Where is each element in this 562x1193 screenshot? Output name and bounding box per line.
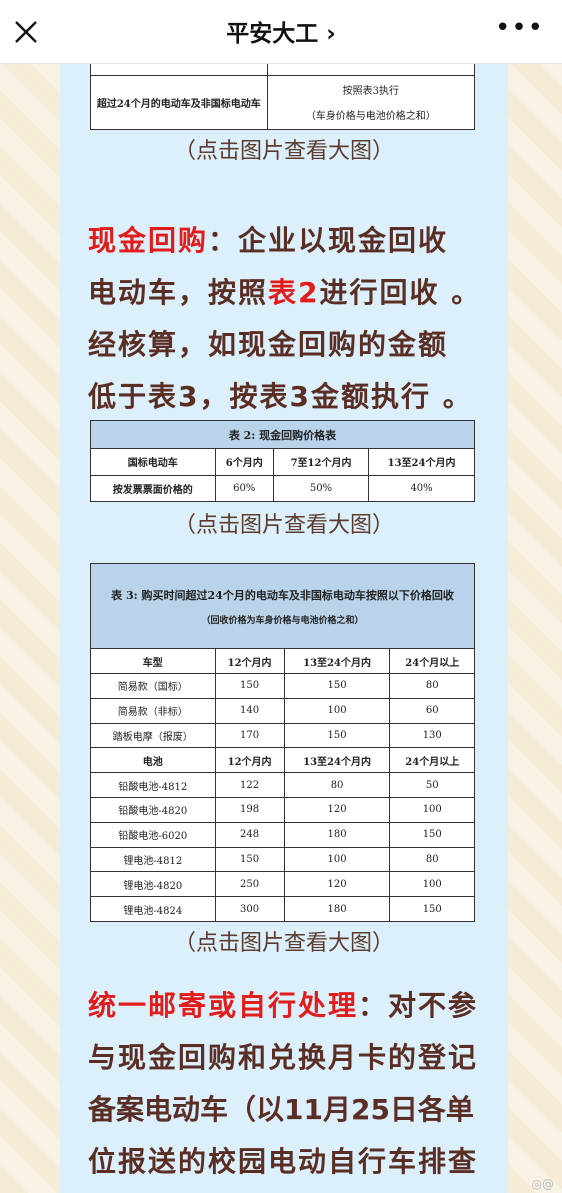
th: 7至12个月内 xyxy=(272,448,370,476)
more-icon[interactable]: ••• xyxy=(495,15,544,41)
watermark: ◎@ xyxy=(531,1177,554,1191)
table-row: 铅酸电池-4812 122 80 50 xyxy=(90,772,475,799)
table-cell: 80 xyxy=(283,772,391,799)
td: 60% xyxy=(214,474,274,503)
table-cell: 80 xyxy=(389,673,475,699)
table-cell: 24个月以上 xyxy=(389,747,475,774)
table-3[interactable]: 表 3: 购买时间超过24个月的电动车及非国标电动车按照以下价格回收 （回收价格为… xyxy=(90,562,475,922)
text: 经核算，如现金回购的金额 xyxy=(88,328,449,361)
page-title[interactable]: 平安大工 › xyxy=(0,14,562,48)
table2-title: 表 2: 现金回购价格表 xyxy=(90,419,475,450)
text: ：企业以现金回收 xyxy=(208,224,449,257)
table-cell: 100 xyxy=(389,871,475,898)
table-cell: 铅酸电池-4812 xyxy=(90,772,216,799)
table1-note: （车身价格与电池价格之和） xyxy=(305,111,436,123)
td: 40% xyxy=(368,474,475,503)
table-row: 锂电池-4824 300 180 150 xyxy=(90,896,475,922)
table-cell: 100 xyxy=(283,697,391,724)
th: 国标电动车 xyxy=(90,448,216,476)
table-row: 简易款（国标） 150 150 80 xyxy=(90,673,475,699)
table-cell: 150 xyxy=(283,673,391,699)
table-cell: 锂电池-4812 xyxy=(90,846,216,873)
table-1-fragment[interactable]: 超过24个月的电动车及非国标电动车 按照表3执行 （车身价格与电池价格之和） xyxy=(90,62,476,130)
th: 13至24个月内 xyxy=(368,448,475,476)
top-bar: 平安大工 › ••• xyxy=(0,0,562,64)
table-cell: 锂电池-4820 xyxy=(90,871,216,898)
td: 50% xyxy=(272,474,370,503)
table-cell: 100 xyxy=(283,846,391,873)
table-row: 锂电池-4820 250 120 100 xyxy=(90,871,475,898)
table-cell: 150 xyxy=(389,821,475,848)
table-cell: 铅酸电池-6020 xyxy=(90,821,216,848)
table-cell: 150 xyxy=(214,673,285,699)
table-row: 铅酸电池-4820 198 120 100 xyxy=(90,797,475,823)
highlight: 统一邮寄或自行处理 xyxy=(88,989,359,1022)
table-cell: 24个月以上 xyxy=(389,648,475,675)
table-cell: 180 xyxy=(283,896,391,922)
text: 与现金回购和兑换月卡的登记 xyxy=(88,1041,479,1074)
mail-paragraph: 统一邮寄或自行处理：对不参 与现金回购和兑换月卡的登记 备案电动车（以11月25… xyxy=(88,980,488,1188)
table1-row-label: 超过24个月的电动车及非国标电动车 xyxy=(90,74,268,130)
highlight: 现金回购 xyxy=(88,224,209,257)
table-cell: 122 xyxy=(214,772,285,799)
table-cell: 车型 xyxy=(90,648,216,675)
table-cell: 180 xyxy=(283,821,391,848)
view-image-caption[interactable]: （点击图片查看大图） xyxy=(60,133,508,165)
table-cell: 130 xyxy=(389,722,475,749)
table-cell: 13至24个月内 xyxy=(283,648,391,675)
table-row: 车型 12个月内 13至24个月内 24个月以上 xyxy=(90,648,475,675)
table-cell: 120 xyxy=(283,797,391,823)
text: 电动车，按照 xyxy=(88,276,269,309)
table-cell: 简易款（国标） xyxy=(90,673,216,699)
table-cell: 198 xyxy=(214,797,285,823)
view-image-caption[interactable]: （点击图片查看大图） xyxy=(60,507,508,539)
table-cell: 12个月内 xyxy=(214,648,285,675)
table-cell: 120 xyxy=(283,871,391,898)
table-cell: 80 xyxy=(389,846,475,873)
view-image-caption[interactable]: （点击图片查看大图） xyxy=(60,925,508,957)
table-cell: 铅酸电池-4820 xyxy=(90,797,216,823)
text: 备案电动车（以11月25日各单 xyxy=(88,1093,474,1126)
table-row: 铅酸电池-6020 248 180 150 xyxy=(90,821,475,848)
table1-value: 按照表3执行 xyxy=(342,86,399,98)
table-row: 锂电池-4812 150 100 80 xyxy=(90,846,475,873)
table-cell: 电池 xyxy=(90,747,216,774)
table-cell: 150 xyxy=(389,896,475,922)
td: 按发票票面价格的 xyxy=(90,474,216,503)
table-cell: 150 xyxy=(283,722,391,749)
text: 进行回收 。 xyxy=(319,276,482,309)
table-cell: 50 xyxy=(389,772,475,799)
table3-title: 表 3: 购买时间超过24个月的电动车及非国标电动车按照以下价格回收 xyxy=(111,588,454,602)
table-2[interactable]: 表 2: 现金回购价格表 国标电动车 6个月内 7至12个月内 13至24个月内 按发… xyxy=(90,419,475,503)
text: ：对不参 xyxy=(358,989,479,1022)
text: 低于表3，按表3金额执行 。 xyxy=(88,380,473,413)
table-cell: 12个月内 xyxy=(214,747,285,774)
text: 位报送的校园电动自行车排查 xyxy=(88,1145,479,1178)
table-row: 踏板电摩（报废） 170 150 130 xyxy=(90,722,475,749)
table-cell: 140 xyxy=(214,697,285,724)
table-cell: 150 xyxy=(214,846,285,873)
table-cell: 锂电池-4824 xyxy=(90,896,216,922)
table-cell: 170 xyxy=(214,722,285,749)
table-cell: 60 xyxy=(389,697,475,724)
table-cell: 250 xyxy=(214,871,285,898)
table-cell: 300 xyxy=(214,896,285,922)
table-row: 电池 12个月内 13至24个月内 24个月以上 xyxy=(90,747,475,774)
cash-buyback-paragraph: 现金回购：企业以现金回收 电动车，按照表2进行回收 。 经核算，如现金回购的金额… xyxy=(88,215,488,423)
th: 6个月内 xyxy=(214,448,274,476)
table3-subtitle: （回收价格为车身价格与电池价格之和） xyxy=(201,615,364,626)
table-cell: 踏板电摩（报废） xyxy=(90,722,216,749)
table-row: 简易款（非标） 140 100 60 xyxy=(90,697,475,724)
table-cell: 13至24个月内 xyxy=(283,747,391,774)
highlight: 表2 xyxy=(268,276,320,309)
table-cell: 100 xyxy=(389,797,475,823)
table-cell: 248 xyxy=(214,821,285,848)
table-cell: 简易款（非标） xyxy=(90,697,216,724)
